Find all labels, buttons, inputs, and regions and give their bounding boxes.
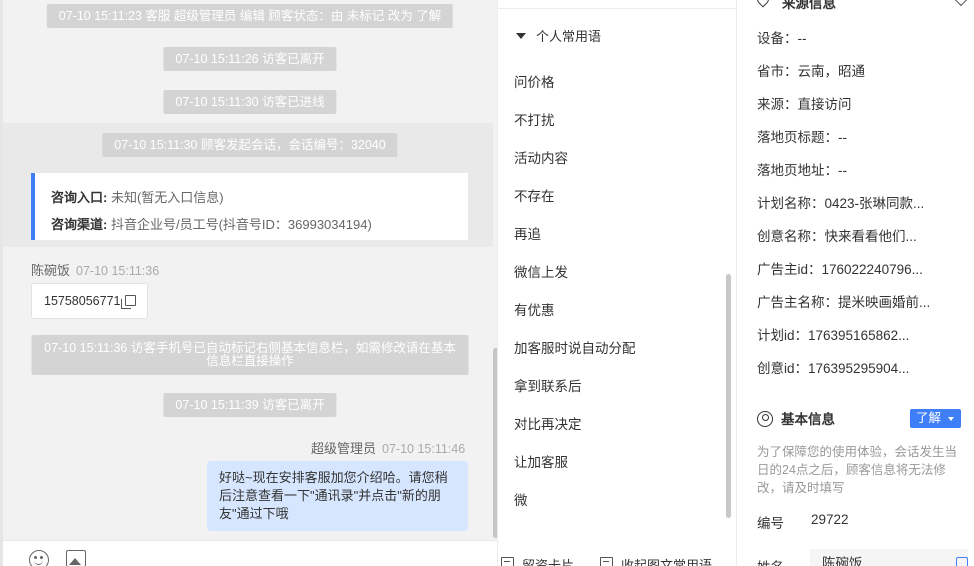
edit-icon[interactable] bbox=[956, 557, 968, 566]
phrase-item[interactable]: 不打扰 bbox=[514, 109, 555, 129]
basic-info-title: 基本信息 bbox=[781, 412, 835, 427]
source-field-plan-name: 计划名称：0423-张琳同款... bbox=[757, 196, 925, 211]
user-icon bbox=[757, 411, 773, 427]
lead-card-button[interactable]: 留资卡片 bbox=[522, 555, 574, 566]
consult-channel-value: 抖音企业号/员工号(抖音号ID：36993034194) bbox=[110, 217, 372, 232]
chat-toolbar bbox=[3, 540, 497, 566]
agent-sender: 超级管理员 07-10 15:11:46 bbox=[311, 438, 465, 457]
phrase-item[interactable]: 再追 bbox=[514, 223, 541, 243]
location-icon bbox=[754, 0, 772, 8]
caret-down-icon bbox=[516, 33, 526, 39]
basic-info-header: 基本信息 bbox=[757, 408, 835, 428]
source-field-source: 来源：直接访问 bbox=[757, 97, 852, 112]
system-message: 07-10 15:11:26 访客已离开 bbox=[163, 47, 337, 71]
image-icon[interactable] bbox=[66, 550, 86, 566]
phrase-group-header[interactable]: 个人常用语 bbox=[516, 26, 601, 45]
phrase-item[interactable]: 对比再决定 bbox=[514, 413, 582, 433]
status-tag-label: 了解 bbox=[916, 411, 942, 425]
collapse-phrases-button[interactable]: 收起图文常用语 bbox=[621, 555, 712, 566]
caret-down-icon bbox=[948, 417, 954, 421]
source-field-advertiser-id: 广告主id：176022240796... bbox=[757, 262, 923, 277]
source-field-advertiser-name: 广告主名称：提米映画婚前... bbox=[757, 295, 931, 310]
source-field-device: 设备：-- bbox=[757, 31, 807, 46]
consult-entry-value: 未知(暂无入口信息) bbox=[110, 190, 224, 205]
phrases-scrollbar[interactable] bbox=[726, 274, 731, 518]
phrase-group-title: 个人常用语 bbox=[536, 29, 602, 44]
agent-name: 超级管理员 bbox=[311, 441, 377, 456]
visitor-message-text: 15758056771 bbox=[44, 294, 121, 308]
phrase-item[interactable]: 让加客服 bbox=[514, 451, 568, 471]
status-tag-dropdown[interactable]: 了解 bbox=[910, 409, 961, 428]
source-field-creative-id: 创意id：176395295904... bbox=[757, 361, 910, 376]
agent-time: 07-10 15:11:46 bbox=[382, 442, 466, 456]
phrase-item[interactable]: 拿到联系后 bbox=[514, 375, 582, 395]
visitor-message-bubble[interactable]: 15758056771 bbox=[31, 283, 148, 319]
system-message: 07-10 15:11:30 访客已进线 bbox=[163, 90, 337, 114]
visitor-time: 07-10 15:11:36 bbox=[76, 264, 160, 278]
collapse-phrases-icon[interactable] bbox=[600, 557, 613, 566]
consult-channel-row: 咨询渠道: 抖音企业号/员工号(抖音号ID：36993034194) bbox=[51, 211, 452, 238]
chevron-down-icon[interactable] bbox=[953, 0, 969, 7]
consult-entry-row: 咨询入口: 未知(暂无入口信息) bbox=[51, 184, 452, 211]
emoji-icon[interactable] bbox=[29, 550, 49, 566]
system-message: 07-10 15:11:30 顾客发起会话，会话编号：32040 bbox=[102, 133, 398, 157]
system-message: 07-10 15:11:39 访客已离开 bbox=[163, 393, 337, 417]
source-field-creative-name: 创意名称：快来看看他们... bbox=[757, 229, 917, 244]
consult-channel-label: 咨询渠道: bbox=[51, 217, 108, 232]
divider bbox=[498, 8, 736, 9]
consult-entry-label: 咨询入口: bbox=[51, 190, 108, 205]
visitor-name: 陈碗饭 bbox=[31, 263, 71, 278]
system-message: 07-10 15:11:36 访客手机号已自动标记右侧基本信息栏，如需修改请在基… bbox=[31, 335, 469, 375]
name-label: 姓名 bbox=[757, 556, 784, 566]
phrase-item[interactable]: 微信上发 bbox=[514, 261, 568, 281]
phrase-item[interactable]: 不存在 bbox=[514, 185, 555, 205]
lead-card-icon[interactable] bbox=[501, 557, 514, 566]
source-field-landing-title: 落地页标题：-- bbox=[757, 130, 847, 145]
source-info-title: 来源信息 bbox=[782, 0, 836, 11]
phrases-footer: 留资卡片 收起图文常用语 bbox=[498, 548, 736, 566]
chat-panel: 07-10 15:11:23 客服 超级管理员 编辑 顾客状态：由 未标记 改为… bbox=[0, 0, 497, 566]
common-phrases-panel: 个人常用语 问价格 不打扰 活动内容 不存在 再追 微信上发 有优惠 加客服时说… bbox=[497, 0, 737, 566]
phrase-item[interactable]: 问价格 bbox=[514, 71, 555, 91]
visitor-sender: 陈碗饭 07-10 15:11:36 bbox=[31, 260, 159, 279]
source-field-region: 省市：云南，昭通 bbox=[757, 64, 865, 79]
phrase-item[interactable]: 活动内容 bbox=[514, 147, 568, 167]
customer-info-panel: 来源信息 设备：-- 省市：云南，昭通 来源：直接访问 落地页标题：-- 落地页… bbox=[738, 0, 974, 566]
phrase-item[interactable]: 加客服时说自动分配 bbox=[514, 337, 636, 357]
name-field[interactable]: 陈碗饭 bbox=[810, 549, 968, 566]
consult-info-card: 咨询入口: 未知(暂无入口信息) 咨询渠道: 抖音企业号/员工号(抖音号ID：3… bbox=[31, 173, 468, 240]
agent-message-bubble: 好哒~现在安排客服加您介绍哈。请您稍后注意查看一下"通讯录"并点击"新的朋友"通… bbox=[207, 461, 468, 531]
phrase-item[interactable]: 有优惠 bbox=[514, 299, 555, 319]
system-message: 07-10 15:11:23 客服 超级管理员 编辑 顾客状态：由 未标记 改为… bbox=[46, 4, 454, 28]
id-label: 编号 bbox=[757, 516, 784, 531]
id-value: 29722 bbox=[811, 512, 849, 527]
phrase-item[interactable]: 微 bbox=[514, 489, 528, 509]
edit-deadline-note: 为了保障您的使用体验，会话发生当日的24点之后，顾客信息将无法修改，请及时填写 bbox=[757, 445, 958, 495]
source-field-landing-url: 落地页地址：-- bbox=[757, 163, 847, 178]
copy-icon[interactable] bbox=[121, 295, 136, 309]
source-field-plan-id: 计划id：176395165862... bbox=[757, 328, 910, 343]
